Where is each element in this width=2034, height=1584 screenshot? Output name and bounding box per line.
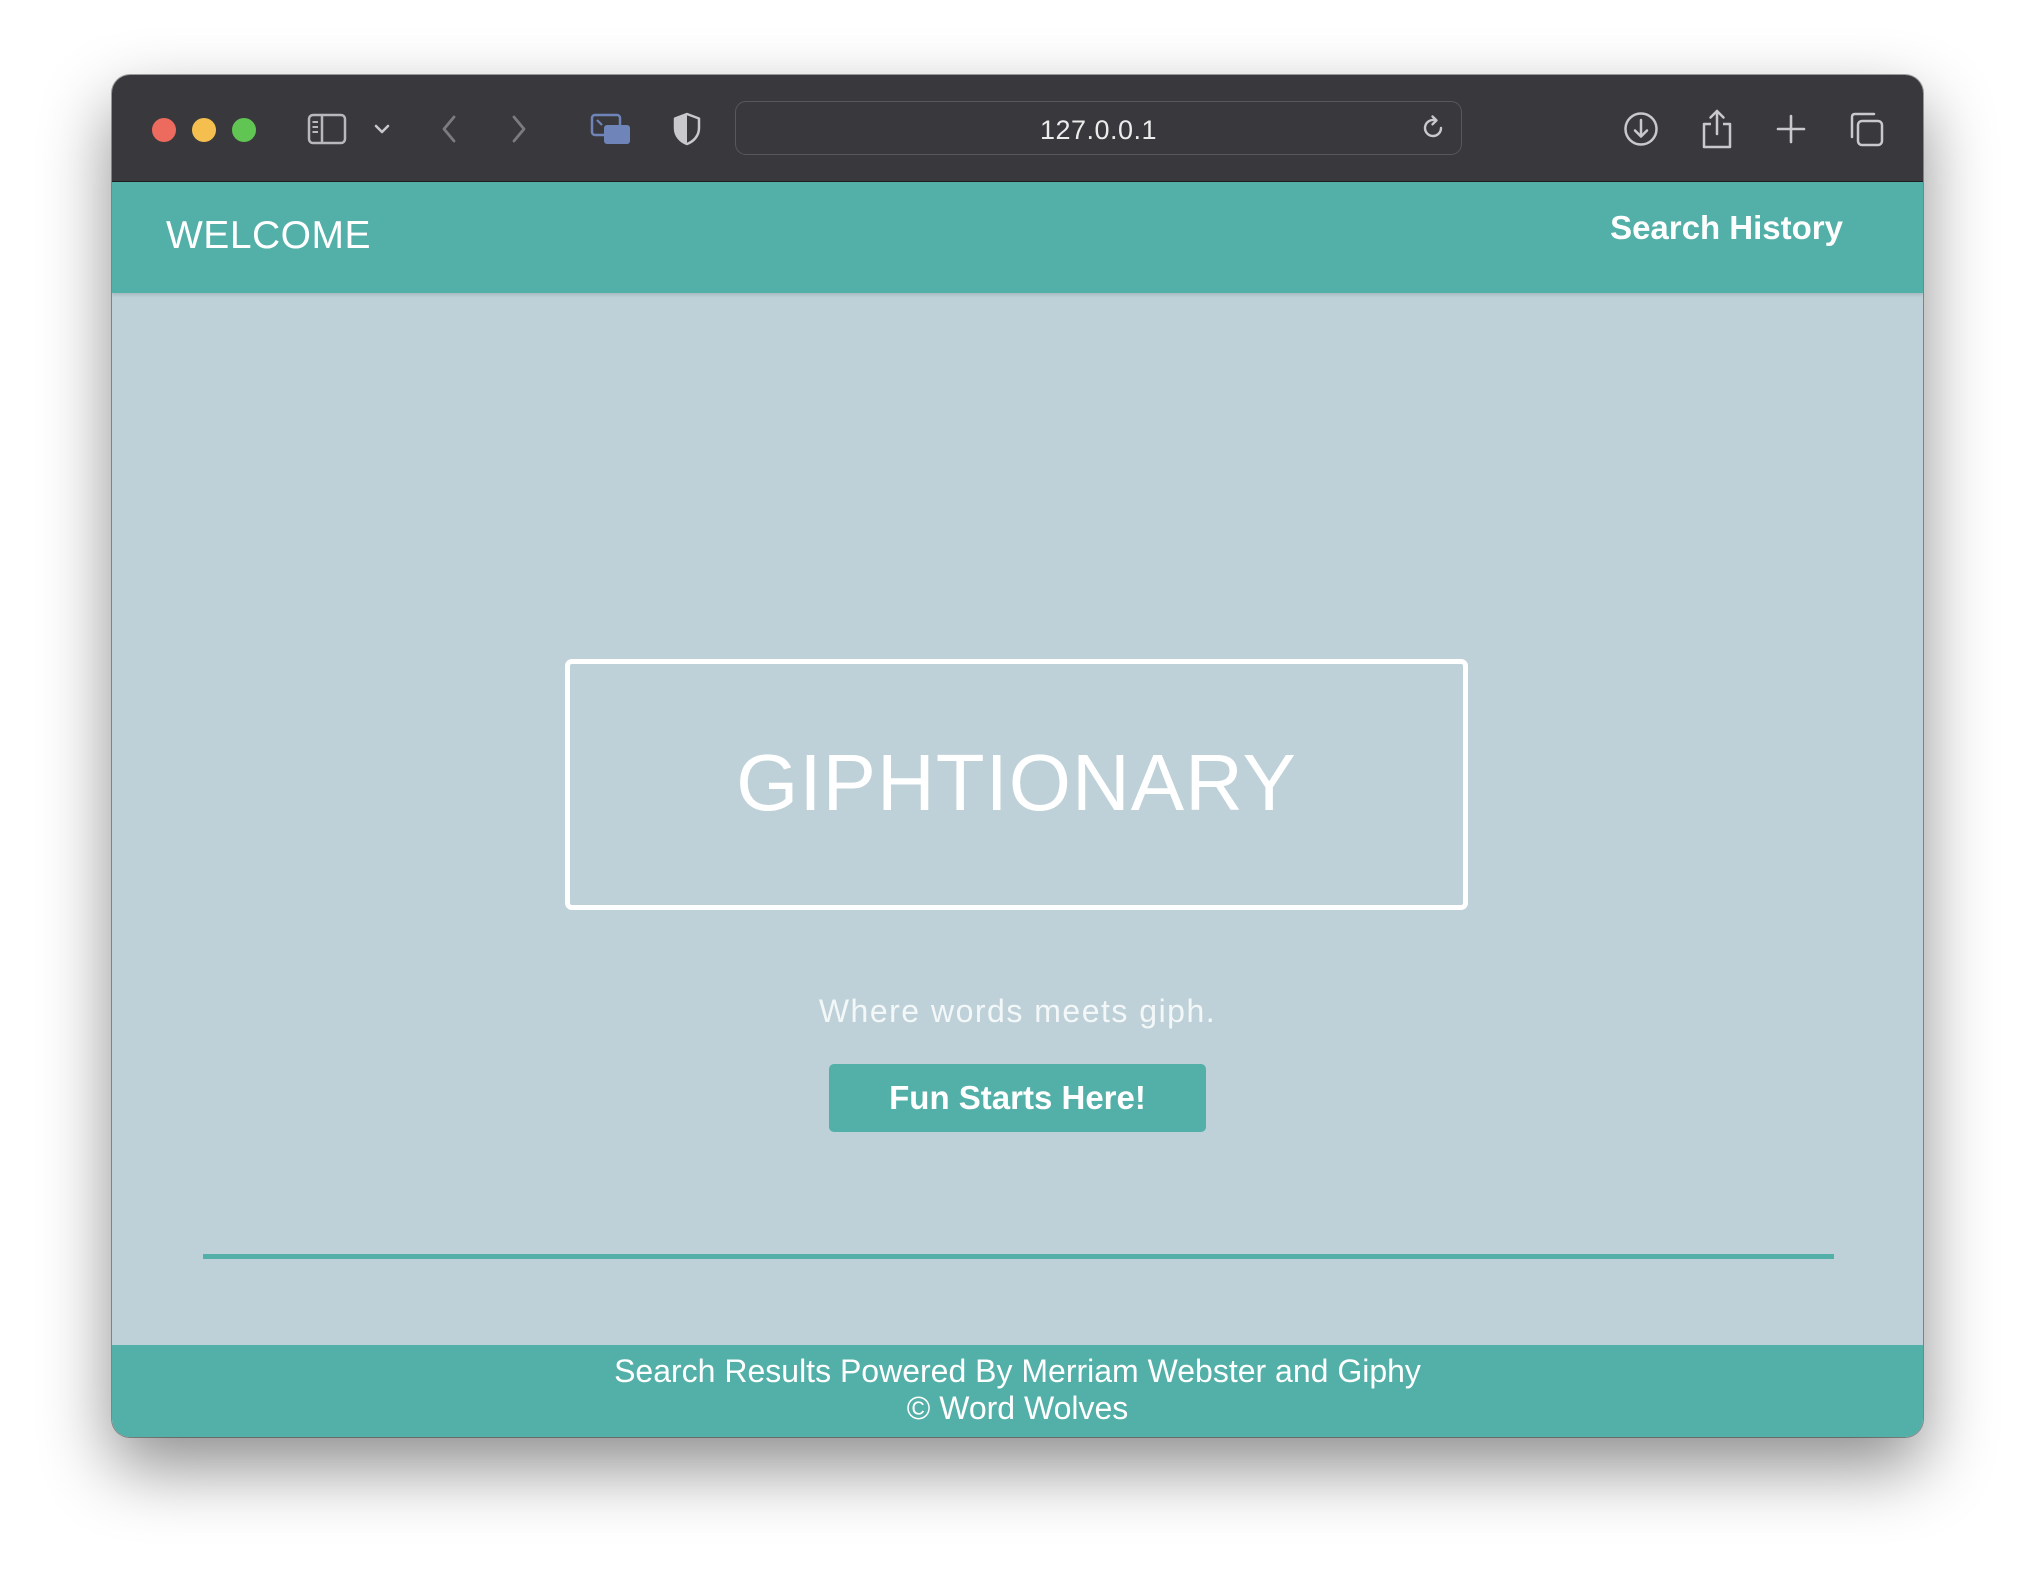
fun-starts-here-button[interactable]: Fun Starts Here! bbox=[829, 1064, 1206, 1132]
chevron-down-icon[interactable] bbox=[370, 105, 394, 153]
shield-icon[interactable] bbox=[669, 105, 705, 153]
chevron-right-icon[interactable] bbox=[504, 105, 534, 153]
browser-toolbar: 127.0.0.1 bbox=[112, 75, 1923, 182]
page-footer: Search Results Powered By Merriam Webste… bbox=[112, 1345, 1923, 1437]
sidebar-icon[interactable] bbox=[305, 105, 349, 153]
share-icon[interactable] bbox=[1698, 105, 1736, 153]
footer-copyright: © Word Wolves bbox=[906, 1390, 1129, 1426]
hero-title-box: GIPHTIONARY bbox=[565, 659, 1468, 910]
browser-window: 127.0.0.1 WELCOME Search History GIPHTIO… bbox=[112, 75, 1923, 1437]
divider-line bbox=[203, 1254, 1834, 1259]
tabs-icon[interactable] bbox=[1846, 105, 1886, 153]
minimize-window-button[interactable] bbox=[192, 118, 216, 142]
tagline: Where words meets giph. bbox=[818, 993, 1217, 1029]
reload-icon[interactable] bbox=[1419, 114, 1447, 147]
page-title: GIPHTIONARY bbox=[736, 737, 1297, 827]
zoom-window-button[interactable] bbox=[232, 118, 256, 142]
web-page: WELCOME Search History GIPHTIONARY Where… bbox=[112, 182, 1923, 1437]
download-icon[interactable] bbox=[1621, 105, 1661, 153]
welcome-link[interactable]: WELCOME bbox=[166, 214, 371, 258]
address-bar[interactable]: 127.0.0.1 bbox=[735, 101, 1462, 155]
top-navbar: WELCOME Search History bbox=[112, 182, 1923, 293]
url-text: 127.0.0.1 bbox=[1039, 115, 1158, 145]
footer-credits: Search Results Powered By Merriam Webste… bbox=[614, 1353, 1421, 1389]
plus-icon[interactable] bbox=[1773, 105, 1809, 153]
picture-in-picture-icon[interactable] bbox=[590, 105, 632, 153]
close-window-button[interactable] bbox=[152, 118, 176, 142]
search-history-link[interactable]: Search History bbox=[1610, 209, 1843, 247]
chevron-left-icon[interactable] bbox=[434, 105, 464, 153]
